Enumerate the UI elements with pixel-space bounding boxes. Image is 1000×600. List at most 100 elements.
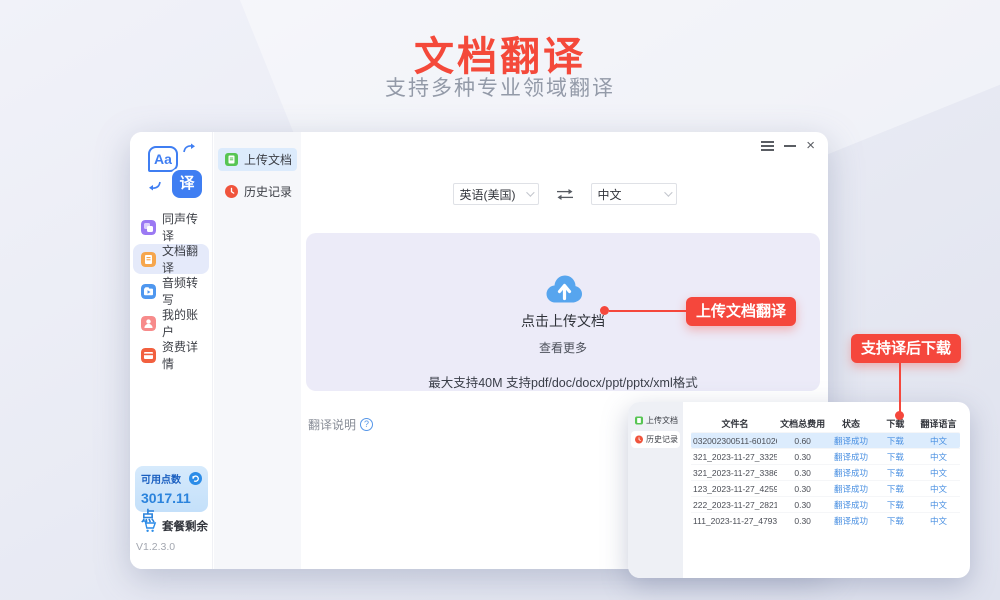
cell-fee: 0.60 <box>777 436 828 446</box>
nav-item-label: 同声传译 <box>162 210 209 244</box>
table-row[interactable]: 123_2023-11-27_4259.. 0.30 翻译成功 下载 中文 <box>691 480 960 496</box>
menu-icon[interactable] <box>761 141 774 151</box>
callout-upload-dot <box>600 306 609 315</box>
cell-language: 中文 <box>917 499 960 511</box>
cell-status: 翻译成功 <box>828 451 874 463</box>
page-subtitle: 支持多种专业领域翻译 <box>0 72 1000 102</box>
package-remaining[interactable]: 套餐剩余 <box>142 518 208 534</box>
target-language-value: 中文 <box>598 186 622 203</box>
col-header-fee: 文档总费用 <box>777 417 828 430</box>
col-header-language: 翻译语言 <box>917 417 960 430</box>
download-link[interactable]: 下载 <box>874 515 917 527</box>
cell-filename: 032002300511-601026.. <box>691 436 777 446</box>
logo-target-bubble: 译 <box>172 170 202 198</box>
cell-language: 中文 <box>917 467 960 479</box>
download-link[interactable]: 下载 <box>874 483 917 495</box>
minimize-icon[interactable] <box>784 145 796 147</box>
download-link[interactable]: 下载 <box>874 451 917 463</box>
nav-item-label: 音频转写 <box>162 274 209 308</box>
table-row[interactable]: 321_2023-11-27_3386.. 0.30 翻译成功 下载 中文 <box>691 464 960 480</box>
main-nav: 同声传译 文档翻译 音频转写 我的账户 资费详情 <box>130 210 212 372</box>
upload-document-icon <box>225 153 238 166</box>
nav-item-label: 文档翻译 <box>162 242 209 276</box>
cell-filename: 222_2023-11-27_2821.. <box>691 500 777 510</box>
nav-item-simultaneous-interpretation[interactable]: 同声传译 <box>133 212 209 242</box>
cell-status: 翻译成功 <box>828 499 874 511</box>
cell-language: 中文 <box>917 435 960 447</box>
mini-tab-history[interactable]: 历史记录 <box>631 431 680 448</box>
simultaneous-interpretation-icon <box>141 220 156 235</box>
page-background: 文档翻译 支持多种专业领域翻译 Aa 译 同声传译 文档翻译 <box>0 0 1000 600</box>
callout-download-line <box>899 363 901 415</box>
cell-fee: 0.30 <box>777 500 828 510</box>
nav-item-label: 资费详情 <box>162 338 209 372</box>
cloud-upload-icon <box>542 273 584 305</box>
nav-item-audio-transcription[interactable]: 音频转写 <box>133 276 209 306</box>
tab-upload-document[interactable]: 上传文档 <box>218 148 297 171</box>
cell-language: 中文 <box>917 451 960 463</box>
download-link[interactable]: 下载 <box>874 435 917 447</box>
upload-more-link[interactable]: 查看更多 <box>306 339 820 356</box>
cell-fee: 0.30 <box>777 452 828 462</box>
chevron-down-icon <box>526 188 534 196</box>
tab-label: 上传文档 <box>244 151 292 168</box>
close-icon[interactable]: × <box>806 141 815 151</box>
target-language-select[interactable]: 中文 <box>591 183 677 205</box>
history-clock-icon <box>225 185 238 198</box>
cell-fee: 0.30 <box>777 468 828 478</box>
history-panel-tabs: 上传文档 历史记录 <box>628 402 683 578</box>
table-row[interactable]: 321_2023-11-27_3325.. 0.30 翻译成功 下载 中文 <box>691 448 960 464</box>
col-header-status: 状态 <box>828 417 874 430</box>
main-sidebar: Aa 译 同声传译 文档翻译 音频转写 我的账户 <box>130 132 213 569</box>
swap-languages-icon[interactable] <box>555 188 575 201</box>
table-header-row: 文件名 文档总费用 状态 下载 翻译语言 <box>691 414 960 432</box>
callout-upload-translate: 上传文档翻译 <box>686 297 796 326</box>
source-language-select[interactable]: 英语(美国) <box>453 183 539 205</box>
app-logo: Aa 译 <box>146 142 204 200</box>
help-question-icon[interactable]: ? <box>360 418 373 431</box>
cell-filename: 111_2023-11-27_4793.. <box>691 516 777 526</box>
mini-tab-label: 上传文档 <box>646 415 678 426</box>
nav-item-document-translation[interactable]: 文档翻译 <box>133 244 209 274</box>
window-controls: × <box>761 141 815 151</box>
cell-fee: 0.30 <box>777 516 828 526</box>
table-row[interactable]: 111_2023-11-27_4793.. 0.30 翻译成功 下载 中文 <box>691 512 960 528</box>
tab-history[interactable]: 历史记录 <box>218 180 297 203</box>
refresh-icon[interactable] <box>189 472 202 485</box>
callout-download-after: 支持译后下载 <box>851 334 961 363</box>
cart-icon <box>142 520 157 533</box>
cell-status: 翻译成功 <box>828 435 874 447</box>
download-link[interactable]: 下载 <box>874 467 917 479</box>
mini-tab-upload-document[interactable]: 上传文档 <box>631 412 680 429</box>
logo-swap-arrow-icon <box>182 142 198 156</box>
cell-filename: 321_2023-11-27_3325.. <box>691 452 777 462</box>
pricing-details-icon <box>141 348 156 363</box>
table-row[interactable]: 032002300511-601026.. 0.60 翻译成功 下载 中文 <box>691 432 960 448</box>
cell-language: 中文 <box>917 515 960 527</box>
points-label: 可用点数 <box>141 471 181 486</box>
nav-item-pricing-details[interactable]: 资费详情 <box>133 340 209 370</box>
callout-upload-line <box>609 310 686 312</box>
cell-status: 翻译成功 <box>828 483 874 495</box>
logo-source-bubble: Aa <box>148 146 178 172</box>
my-account-icon <box>141 316 156 331</box>
logo-swap-arrow-icon <box>146 178 162 192</box>
table-row[interactable]: 222_2023-11-27_2821.. 0.30 翻译成功 下载 中文 <box>691 496 960 512</box>
history-clock-icon <box>635 435 643 444</box>
document-translation-icon <box>141 252 156 267</box>
cell-filename: 321_2023-11-27_3386.. <box>691 468 777 478</box>
cell-status: 翻译成功 <box>828 515 874 527</box>
available-points-card: 可用点数 3017.11点 <box>135 466 208 512</box>
nav-item-label: 我的账户 <box>162 306 209 340</box>
upload-format-text: 最大支持40M 支持pdf/doc/docx/ppt/pptx/xml格式 <box>306 372 820 391</box>
cell-language: 中文 <box>917 483 960 495</box>
col-header-filename: 文件名 <box>691 417 777 430</box>
nav-item-my-account[interactable]: 我的账户 <box>133 308 209 338</box>
upload-document-icon <box>635 416 643 425</box>
download-link[interactable]: 下载 <box>874 499 917 511</box>
version-label: V1.2.3.0 <box>136 541 175 553</box>
cell-filename: 123_2023-11-27_4259.. <box>691 484 777 494</box>
cell-status: 翻译成功 <box>828 467 874 479</box>
callout-download-dot <box>895 411 904 420</box>
translate-note-label: 翻译说明 <box>308 416 356 433</box>
